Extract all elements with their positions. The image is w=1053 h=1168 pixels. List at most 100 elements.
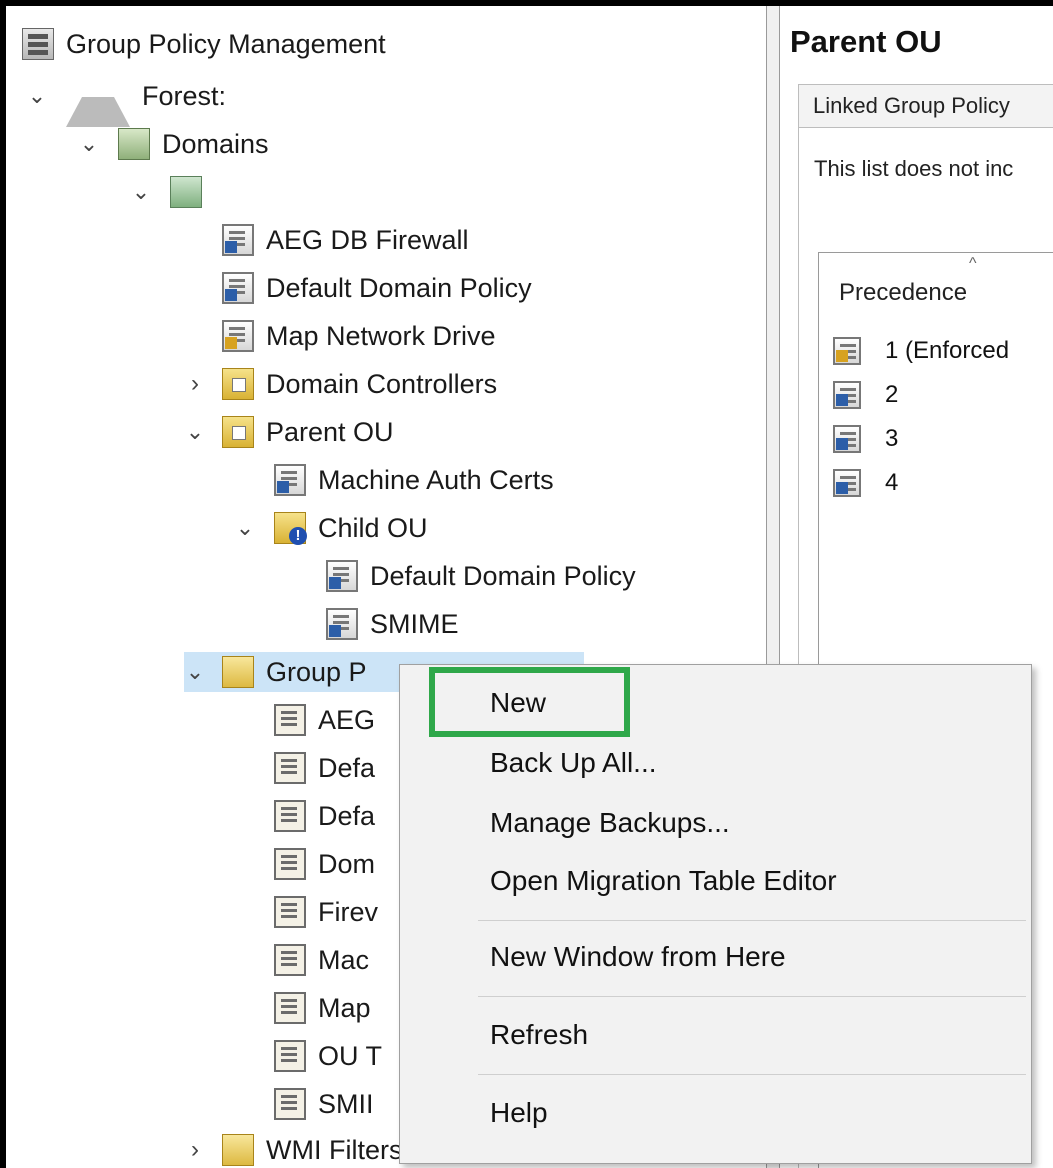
menu-item-help[interactable]: Help <box>490 1097 548 1129</box>
tree-node-gpo[interactable]: OU T <box>274 1036 382 1076</box>
gpo-icon <box>274 800 306 832</box>
tree-node-label: Map Network Drive <box>266 320 496 351</box>
list-item[interactable]: 4 <box>833 463 898 503</box>
gpo-link-icon <box>833 425 861 453</box>
tree-node-gpo[interactable]: Dom <box>274 844 375 884</box>
gpo-link-icon <box>833 469 861 497</box>
list-item[interactable]: 3 <box>833 419 898 459</box>
sort-ascending-icon: ^ <box>969 255 977 272</box>
wmi-filter-folder-icon <box>222 1134 254 1166</box>
details-title: Parent OU <box>790 24 942 59</box>
tree-node-label: Domains <box>162 128 269 159</box>
gpo-link-enforced-icon <box>833 337 861 365</box>
tree-node-gpo[interactable]: SMII <box>274 1084 374 1124</box>
gpo-icon <box>274 1088 306 1120</box>
gpo-icon <box>274 944 306 976</box>
ou-icon <box>222 416 254 448</box>
chevron-right-icon[interactable]: › <box>184 364 206 404</box>
tree-node-gpo[interactable]: Mac <box>274 940 369 980</box>
tree-node-gpo[interactable]: Defa <box>274 796 375 836</box>
tree-node-label: Firev <box>318 896 378 927</box>
tree-node-label: Domain Controllers <box>266 368 498 399</box>
tree-node-gpo[interactable]: Defa <box>274 748 375 788</box>
tree-node-wmi-filters[interactable]: › WMI Filters <box>184 1130 402 1168</box>
tree-node-label: Dom <box>318 848 376 879</box>
gpo-link-icon <box>274 464 306 496</box>
tree-node-label: SMIME <box>370 608 459 639</box>
tree-node-label: Mac <box>318 944 370 975</box>
tree-node-label: Default Domain Policy <box>370 560 636 591</box>
chevron-down-icon[interactable]: ⌄ <box>130 172 152 212</box>
tree-node-gpo-link[interactable]: AEG DB Firewall <box>222 220 469 260</box>
gpo-link-enforced-icon <box>222 320 254 352</box>
menu-separator <box>478 1074 1026 1075</box>
precedence-value: 3 <box>885 425 899 452</box>
tab-linked-group-policy-objects[interactable]: Linked Group Policy <box>798 84 1053 128</box>
tree-node-label: Default Domain Policy <box>266 272 532 303</box>
tree-node-label: Parent OU <box>266 416 394 447</box>
chevron-down-icon[interactable]: ⌄ <box>234 508 256 548</box>
gpo-folder-icon <box>222 656 254 688</box>
chevron-right-icon[interactable]: › <box>184 1130 206 1168</box>
tree-node-label: OU T <box>318 1040 383 1071</box>
tree-node-label: Machine Auth Certs <box>318 464 554 495</box>
ou-warning-icon <box>274 512 307 545</box>
tree-node-forest[interactable]: ⌄ Forest: <box>26 76 227 127</box>
list-item[interactable]: 1 (Enforced <box>833 331 1009 371</box>
tree-node-gpo-link[interactable]: Default Domain Policy <box>222 268 532 308</box>
tree-node-label: Defa <box>318 752 376 783</box>
list-item[interactable]: 2 <box>833 375 898 415</box>
chevron-down-icon[interactable]: ⌄ <box>184 412 206 452</box>
tree-node-domain[interactable]: ⌄ <box>130 172 214 212</box>
tree-node-root[interactable]: Group Policy Management <box>22 24 386 64</box>
gpmc-window: Group Policy Management ⌄ Forest: ⌄ Doma… <box>6 6 1053 1168</box>
precedence-value: 2 <box>885 381 899 408</box>
menu-item-back-up-all[interactable]: Back Up All... <box>490 747 657 779</box>
chevron-down-icon[interactable]: ⌄ <box>78 124 100 164</box>
tree-node-domains[interactable]: ⌄ Domains <box>78 124 269 164</box>
tree-node-gpo-link[interactable]: Default Domain Policy <box>326 556 636 596</box>
tree-node-label: Group Policy Management <box>66 28 386 59</box>
tree-node-child-ou[interactable]: ⌄ Child OU <box>234 508 428 548</box>
tree-node-label: Map <box>318 992 371 1023</box>
menu-separator <box>478 920 1026 921</box>
menu-separator <box>478 996 1026 997</box>
menu-item-open-migration-table-editor[interactable]: Open Migration Table Editor <box>490 865 837 897</box>
highlight-box <box>429 667 630 737</box>
tree-node-gpo-link[interactable]: Machine Auth Certs <box>274 460 554 500</box>
tree-node-label: Forest: <box>142 80 227 111</box>
gpo-icon <box>274 848 306 880</box>
gpo-link-icon <box>222 272 254 304</box>
menu-item-manage-backups[interactable]: Manage Backups... <box>490 807 730 839</box>
tree-node-label: AEG DB Firewall <box>266 224 469 255</box>
chevron-down-icon[interactable]: ⌄ <box>26 76 48 116</box>
menu-item-new-window-from-here[interactable]: New Window from Here <box>490 941 786 973</box>
gpo-link-icon <box>326 608 358 640</box>
tree-node-gpo-link[interactable]: Map Network Drive <box>222 316 496 356</box>
chevron-down-icon[interactable]: ⌄ <box>184 652 206 692</box>
gpo-link-icon <box>222 224 254 256</box>
tree-node-gpo[interactable]: Firev <box>274 892 378 932</box>
domain-icon <box>170 176 202 208</box>
tree-node-parent-ou[interactable]: ⌄ Parent OU <box>184 412 394 452</box>
tree-node-label: Child OU <box>318 512 428 543</box>
column-header-precedence[interactable]: Precedence <box>839 279 967 307</box>
tree-node-gpo-link[interactable]: SMIME <box>326 604 459 644</box>
gpo-icon <box>274 896 306 928</box>
tree-node-label: AEG <box>318 704 376 735</box>
tree-node-gpo[interactable]: Map <box>274 988 371 1028</box>
gpo-icon <box>274 704 306 736</box>
gpo-icon <box>274 752 306 784</box>
tree-node-gpo[interactable]: AEG <box>274 700 375 740</box>
context-menu: New Back Up All... Manage Backups... Ope… <box>399 664 1032 1164</box>
ou-icon <box>222 368 254 400</box>
tree-node-domain-controllers[interactable]: › Domain Controllers <box>184 364 497 404</box>
menu-item-refresh[interactable]: Refresh <box>490 1019 588 1051</box>
forest-icon <box>66 65 130 127</box>
precedence-value: 1 (Enforced <box>885 337 1010 364</box>
info-text: This list does not inc <box>814 156 1014 181</box>
tree-node-label: SMII <box>318 1088 374 1119</box>
precedence-value: 4 <box>885 469 899 496</box>
domains-icon <box>118 128 150 160</box>
tree-node-label: WMI Filters <box>266 1134 403 1165</box>
